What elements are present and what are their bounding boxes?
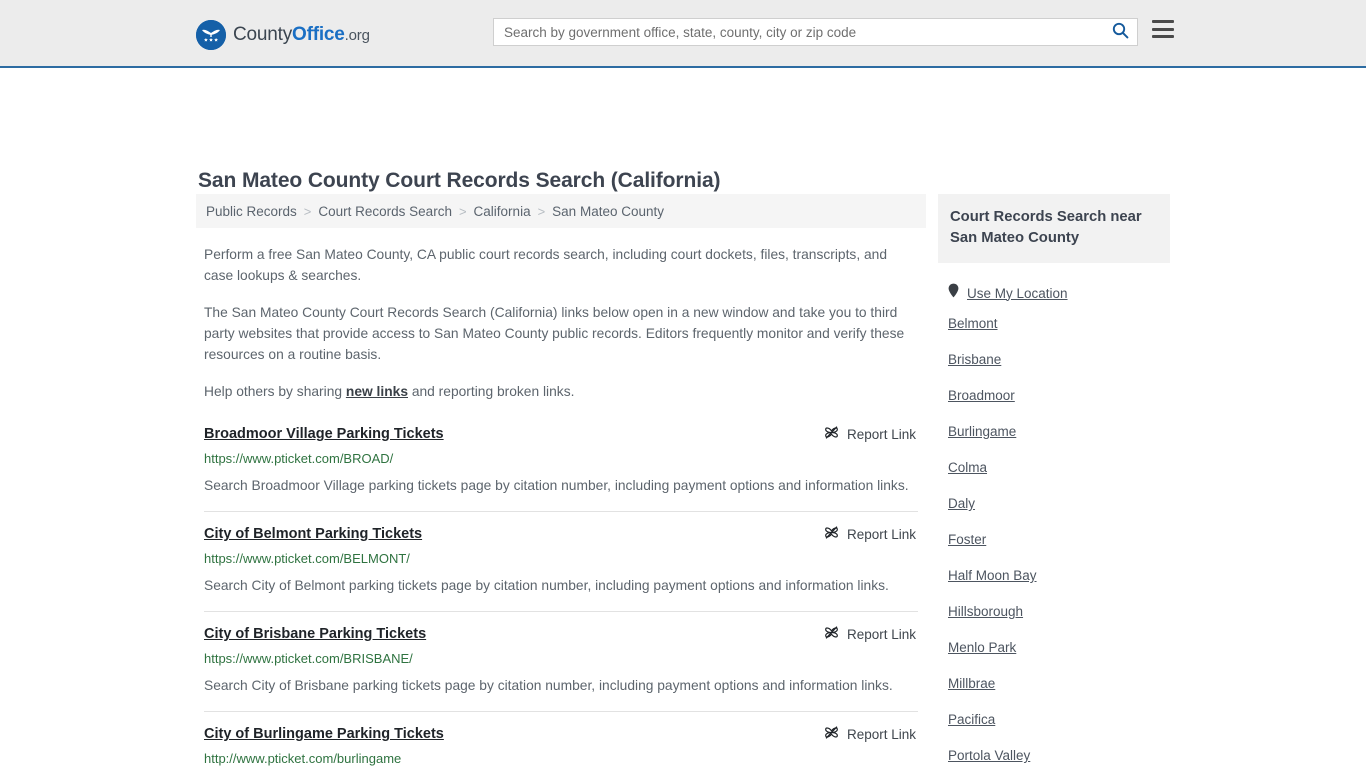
result-title-link[interactable]: City of Burlingame Parking Tickets xyxy=(204,724,444,744)
sidebar-item-brisbane[interactable]: Brisbane xyxy=(948,352,1001,367)
broken-link-icon xyxy=(824,525,839,543)
report-link-label: Report Link xyxy=(846,426,916,442)
result-item: Broadmoor Village Parking Tickets Report… xyxy=(204,420,918,511)
result-item: City of Burlingame Parking Tickets Repor… xyxy=(204,711,918,768)
result-header: City of Burlingame Parking Tickets Repor… xyxy=(204,724,918,744)
main-content: Public Records > Court Records Search > … xyxy=(196,194,926,768)
result-item: City of Belmont Parking Tickets Report L… xyxy=(204,511,918,611)
site-header: CountyOffice.org xyxy=(0,0,1366,68)
use-my-location-label: Use My Location xyxy=(967,285,1068,301)
result-url-link[interactable]: http://www.pticket.com/burlingame xyxy=(204,750,918,768)
sidebar-item-broadmoor[interactable]: Broadmoor xyxy=(948,388,1015,403)
sidebar-item-burlingame[interactable]: Burlingame xyxy=(948,424,1016,439)
logo-text: CountyOffice.org xyxy=(233,24,370,46)
intro-paragraph-3: Help others by sharing new links and rep… xyxy=(204,381,918,402)
result-url-link[interactable]: https://www.pticket.com/BRISBANE/ xyxy=(204,650,918,668)
sidebar-item-millbrae[interactable]: Millbrae xyxy=(948,676,995,691)
sidebar-item-menlo-park[interactable]: Menlo Park xyxy=(948,640,1016,655)
broken-link-icon xyxy=(824,625,839,643)
intro-paragraph-2: The San Mateo County Court Records Searc… xyxy=(204,305,905,362)
result-title-link[interactable]: City of Brisbane Parking Tickets xyxy=(204,624,426,644)
page-title: San Mateo County Court Records Search (C… xyxy=(198,169,721,193)
sidebar-title: Court Records Search near San Mateo Coun… xyxy=(950,209,1142,246)
report-link-button[interactable]: Report Link xyxy=(824,525,916,543)
sidebar-item-portola-valley[interactable]: Portola Valley xyxy=(948,748,1030,763)
logo-text-dotorg: .org xyxy=(344,27,370,44)
breadcrumb-item-court-records-search[interactable]: Court Records Search xyxy=(318,204,452,219)
search-input[interactable] xyxy=(494,19,1103,45)
result-description: Search City of Belmont parking tickets p… xyxy=(204,578,889,593)
intro-text: Perform a free San Mateo County, CA publ… xyxy=(196,244,926,402)
new-links-link[interactable]: new links xyxy=(346,384,408,399)
result-list: Broadmoor Village Parking Tickets Report… xyxy=(196,420,926,768)
result-header: City of Brisbane Parking Tickets Report … xyxy=(204,624,918,644)
sidebar-item-hillsborough[interactable]: Hillsborough xyxy=(948,604,1023,619)
result-header: City of Belmont Parking Tickets Report L… xyxy=(204,524,918,544)
sidebar-item-daly[interactable]: Daly xyxy=(948,496,975,511)
report-link-button[interactable]: Report Link xyxy=(824,725,916,743)
result-url-link[interactable]: https://www.pticket.com/BELMONT/ xyxy=(204,550,918,568)
breadcrumb: Public Records > Court Records Search > … xyxy=(196,194,926,228)
location-pin-icon xyxy=(948,283,959,303)
intro-p3-before: Help others by sharing xyxy=(204,384,346,399)
breadcrumb-item-california[interactable]: California xyxy=(474,204,531,219)
hamburger-menu-icon[interactable] xyxy=(1152,20,1174,38)
hamburger-bar xyxy=(1152,35,1174,38)
logo-text-county: County xyxy=(233,24,293,45)
report-link-button[interactable]: Report Link xyxy=(824,625,916,643)
sidebar-item-belmont[interactable]: Belmont xyxy=(948,316,998,331)
report-link-label: Report Link xyxy=(846,726,916,742)
sidebar-item-pacifica[interactable]: Pacifica xyxy=(948,712,995,727)
breadcrumb-item-san-mateo-county: San Mateo County xyxy=(552,203,664,219)
result-title-link[interactable]: Broadmoor Village Parking Tickets xyxy=(204,424,444,444)
sidebar-item-half-moon-bay[interactable]: Half Moon Bay xyxy=(948,568,1037,583)
broken-link-icon xyxy=(824,425,839,443)
intro-paragraph-1: Perform a free San Mateo County, CA publ… xyxy=(204,247,888,283)
result-description: Search Broadmoor Village parking tickets… xyxy=(204,478,909,493)
sidebar-item-foster[interactable]: Foster xyxy=(948,532,986,547)
search-button[interactable] xyxy=(1103,19,1137,45)
hamburger-bar xyxy=(1152,27,1174,31)
search-icon xyxy=(1112,22,1129,42)
report-link-button[interactable]: Report Link xyxy=(824,425,916,443)
eagle-shield-logo-icon xyxy=(196,20,226,50)
sidebar-link-list: Belmont Brisbane Broadmoor Burlingame Co… xyxy=(938,316,1170,768)
use-my-location-button[interactable]: Use My Location xyxy=(938,283,1170,303)
sidebar-item-colma[interactable]: Colma xyxy=(948,460,987,475)
report-link-label: Report Link xyxy=(846,526,916,542)
result-item: City of Brisbane Parking Tickets Report … xyxy=(204,611,918,711)
hamburger-bar xyxy=(1152,20,1174,23)
breadcrumb-separator: > xyxy=(537,203,546,219)
result-url-link[interactable]: https://www.pticket.com/BROAD/ xyxy=(204,450,918,468)
sidebar: Court Records Search near San Mateo Coun… xyxy=(938,194,1170,768)
logo-text-office: Office xyxy=(292,24,345,45)
result-header: Broadmoor Village Parking Tickets Report… xyxy=(204,424,918,444)
broken-link-icon xyxy=(824,725,839,743)
result-title-link[interactable]: City of Belmont Parking Tickets xyxy=(204,524,422,544)
breadcrumb-separator: > xyxy=(303,203,312,219)
sidebar-header-box: Court Records Search near San Mateo Coun… xyxy=(938,194,1170,263)
breadcrumb-separator: > xyxy=(458,203,467,219)
intro-p3-after: and reporting broken links. xyxy=(408,384,575,399)
result-description: Search City of Brisbane parking tickets … xyxy=(204,678,893,693)
report-link-label: Report Link xyxy=(846,626,916,642)
search-bar[interactable] xyxy=(493,18,1138,46)
breadcrumb-item-public-records[interactable]: Public Records xyxy=(206,204,297,219)
site-logo[interactable]: CountyOffice.org xyxy=(196,20,370,50)
